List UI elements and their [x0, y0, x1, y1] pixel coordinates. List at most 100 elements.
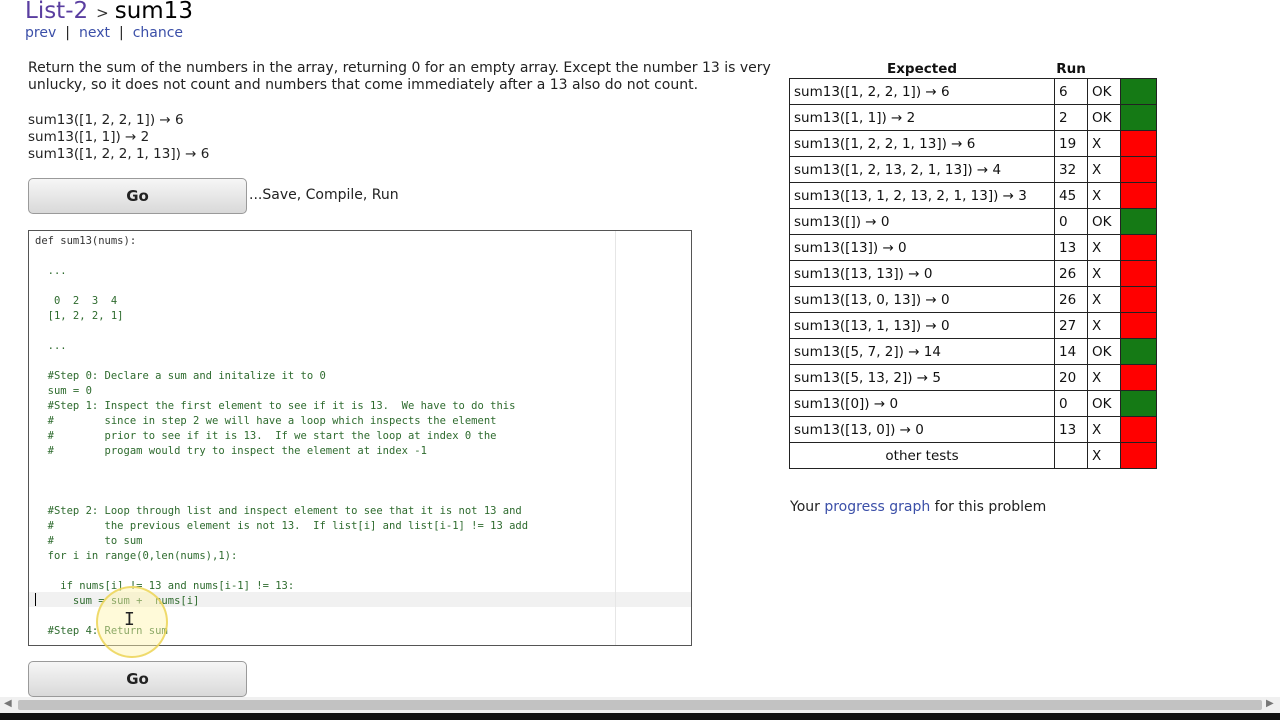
result-row: sum13([13, 0, 13]) → 0 26 X — [789, 286, 1157, 313]
result-cell: X — [1087, 286, 1121, 313]
result-cell: X — [1087, 130, 1121, 157]
status-color-cell — [1120, 416, 1157, 443]
run-cell: 26 — [1054, 260, 1088, 287]
expected-cell: sum13([1, 2, 2, 1, 13]) → 6 — [789, 130, 1055, 157]
expected-cell: sum13([1, 2, 2, 1]) → 6 — [789, 78, 1055, 105]
result-row: sum13([13, 13]) → 0 26 X — [789, 260, 1157, 287]
result-cell: X — [1087, 156, 1121, 183]
expected-cell: sum13([13, 0, 13]) → 0 — [789, 286, 1055, 313]
expected-cell: sum13([13, 1, 13]) → 0 — [789, 312, 1055, 339]
example-line: sum13([1, 1]) → 2 — [28, 129, 150, 145]
expected-cell: sum13([13, 13]) → 0 — [789, 260, 1055, 287]
code-editor[interactable]: def sum13(nums): ... 0 2 3 4 [1, 2, 2, 1… — [28, 230, 692, 646]
problem-description: Return the sum of the numbers in the arr… — [28, 60, 771, 93]
result-row: sum13([0]) → 0 0 OK — [789, 390, 1157, 417]
result-cell: OK — [1087, 390, 1121, 417]
taskbar-edge — [0, 713, 1280, 720]
breadcrumb-section-link[interactable]: List-2 — [25, 0, 88, 24]
result-row: sum13([5, 13, 2]) → 5 20 X — [789, 364, 1157, 391]
run-cell — [1054, 442, 1088, 469]
ibeam-cursor-icon: I — [124, 609, 135, 630]
run-cell: 6 — [1054, 78, 1088, 105]
run-cell: 20 — [1054, 364, 1088, 391]
expected-cell: sum13([5, 7, 2]) → 14 — [789, 338, 1055, 365]
code-line: ... — [35, 265, 67, 277]
progress-prefix: Your — [790, 499, 820, 515]
code-line: #Step 2: Loop through list and inspect e… — [35, 505, 522, 517]
status-color-cell — [1120, 364, 1157, 391]
problem-nav: prev | next | chance — [25, 25, 183, 41]
result-cell: OK — [1087, 208, 1121, 235]
horizontal-scrollbar[interactable]: ◀ ▶ — [0, 697, 1280, 713]
run-cell: 13 — [1054, 416, 1088, 443]
go-button-bottom[interactable]: Go — [28, 661, 247, 697]
code-line: # prior to see if it is 13. If we start … — [35, 430, 497, 442]
code-line: [1, 2, 2, 1] — [35, 310, 124, 322]
progress-graph-link[interactable]: progress graph — [824, 499, 930, 515]
scroll-left-icon[interactable]: ◀ — [4, 698, 12, 709]
result-cell: X — [1087, 234, 1121, 261]
run-cell: 14 — [1054, 338, 1088, 365]
expected-header: Expected — [886, 61, 958, 77]
result-row: sum13([1, 1]) → 2 2 OK — [789, 104, 1157, 131]
result-row: sum13([13, 0]) → 0 13 X — [789, 416, 1157, 443]
result-cell: X — [1087, 416, 1121, 443]
result-row: sum13([1, 2, 2, 1, 13]) → 6 19 X — [789, 130, 1157, 157]
example-line: sum13([1, 2, 2, 1, 13]) → 6 — [28, 146, 210, 162]
expected-cell: other tests — [789, 442, 1055, 469]
scroll-right-icon[interactable]: ▶ — [1266, 698, 1274, 709]
code-line: for i in range(0,len(nums),1): — [35, 550, 238, 562]
chance-link[interactable]: chance — [133, 25, 183, 41]
page-title: sum13 — [114, 0, 193, 24]
status-color-cell — [1120, 182, 1157, 209]
status-color-cell — [1120, 390, 1157, 417]
prev-link[interactable]: prev — [25, 25, 56, 41]
result-row: sum13([1, 2, 13, 2, 1, 13]) → 4 32 X — [789, 156, 1157, 183]
run-cell: 0 — [1054, 390, 1088, 417]
progress-suffix: for this problem — [934, 499, 1047, 515]
status-color-cell — [1120, 156, 1157, 183]
run-cell: 45 — [1054, 182, 1088, 209]
expected-cell: sum13([13, 0]) → 0 — [789, 416, 1055, 443]
status-color-cell — [1120, 78, 1157, 105]
run-cell: 13 — [1054, 234, 1088, 261]
code-line: 0 2 3 4 — [35, 295, 118, 307]
nav-separator: | — [65, 25, 70, 41]
code-line: sum = 0 — [35, 385, 92, 397]
examples: sum13([1, 2, 2, 1]) → 6 sum13([1, 1]) → … — [28, 112, 209, 163]
breadcrumb-separator: > — [96, 4, 109, 22]
expected-cell: sum13([5, 13, 2]) → 5 — [789, 364, 1055, 391]
result-row: sum13([13]) → 0 13 X — [789, 234, 1157, 261]
run-cell: 26 — [1054, 286, 1088, 313]
results-table: Expected Run sum13([1, 2, 2, 1]) → 6 6 OK s… — [789, 58, 1157, 469]
status-color-cell — [1120, 234, 1157, 261]
status-color-cell — [1120, 260, 1157, 287]
run-cell: 27 — [1054, 312, 1088, 339]
code-line: ... — [35, 340, 67, 352]
result-cell: X — [1087, 260, 1121, 287]
run-cell: 32 — [1054, 156, 1088, 183]
save-compile-run-label: ...Save, Compile, Run — [249, 187, 399, 203]
example-line: sum13([1, 2, 2, 1]) → 6 — [28, 112, 184, 128]
code-line: # to sum — [35, 535, 143, 547]
run-header: Run — [1056, 61, 1086, 77]
status-color-cell — [1120, 104, 1157, 131]
next-link[interactable]: next — [79, 25, 110, 41]
result-cell: X — [1087, 182, 1121, 209]
expected-cell: sum13([0]) → 0 — [789, 390, 1055, 417]
status-color-cell — [1120, 442, 1157, 469]
result-row: other tests X — [789, 442, 1157, 469]
code-line: def sum13(nums): — [35, 235, 137, 247]
status-color-cell — [1120, 312, 1157, 339]
expected-cell: sum13([1, 1]) → 2 — [789, 104, 1055, 131]
expected-cell: sum13([]) → 0 — [789, 208, 1055, 235]
scrollbar-thumb[interactable] — [18, 700, 1262, 710]
status-color-cell — [1120, 208, 1157, 235]
code-line: #Step 0: Declare a sum and initalize it … — [35, 370, 326, 382]
expected-cell: sum13([1, 2, 13, 2, 1, 13]) → 4 — [789, 156, 1055, 183]
go-button-top[interactable]: Go — [28, 178, 247, 214]
print-margin — [615, 231, 616, 645]
expected-cell: sum13([13]) → 0 — [789, 234, 1055, 261]
code-line: # progam would try to inspect the elemen… — [35, 445, 427, 457]
result-cell: OK — [1087, 104, 1121, 131]
